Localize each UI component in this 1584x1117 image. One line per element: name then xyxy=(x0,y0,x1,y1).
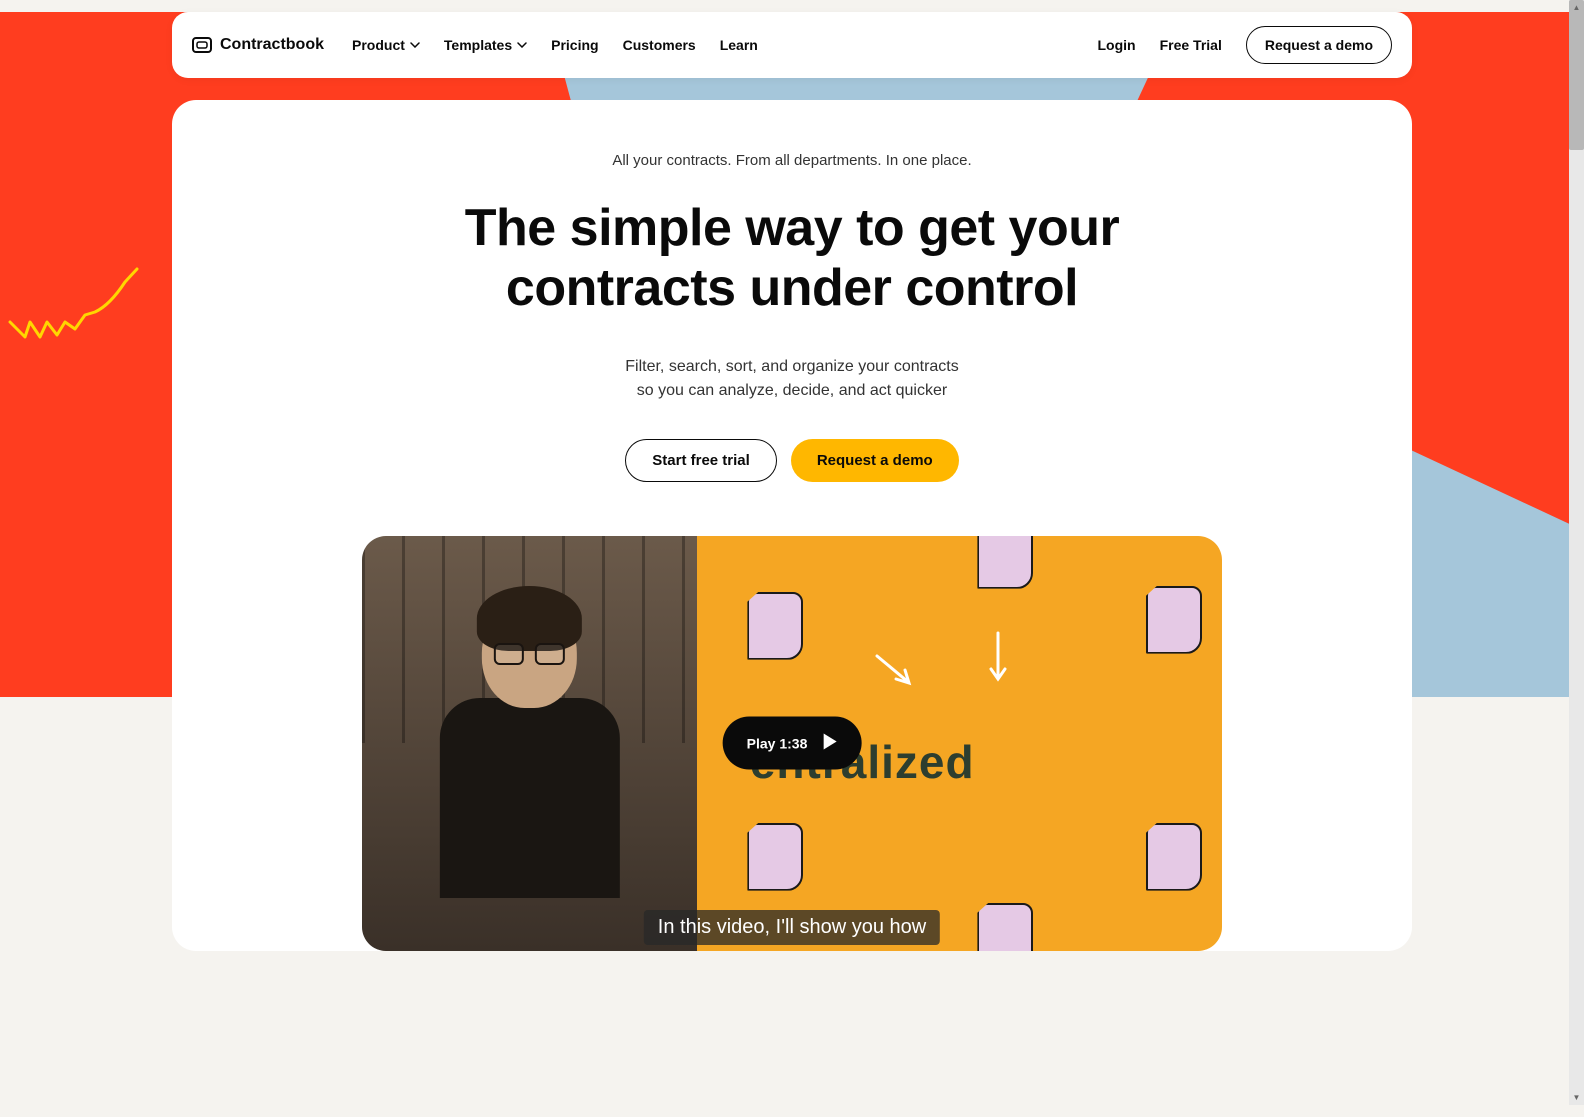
login-link[interactable]: Login xyxy=(1097,37,1135,53)
nav-customers[interactable]: Customers xyxy=(623,37,696,53)
start-free-trial-button[interactable]: Start free trial xyxy=(625,439,777,482)
hero-card: All your contracts. From all departments… xyxy=(172,100,1412,951)
hero-title: The simple way to get your contracts und… xyxy=(212,199,1372,319)
file-icon xyxy=(747,823,803,891)
chevron-down-icon xyxy=(517,42,527,48)
logo-icon xyxy=(192,35,212,55)
nav-links: Product Templates Pricing Customers Lear… xyxy=(352,37,758,53)
scroll-down-icon[interactable]: ▼ xyxy=(1569,1090,1584,1105)
nav-product[interactable]: Product xyxy=(352,37,420,53)
arrow-icon xyxy=(987,631,1009,686)
scroll-thumb[interactable] xyxy=(1569,0,1584,150)
free-trial-link[interactable]: Free Trial xyxy=(1160,37,1222,53)
file-icon xyxy=(977,536,1033,589)
video-thumbnail[interactable]: entralized Play 1:38 In this video, I'll… xyxy=(362,536,1222,951)
logo[interactable]: Contractbook xyxy=(192,35,324,55)
nav-templates[interactable]: Templates xyxy=(444,37,527,53)
nav-pricing[interactable]: Pricing xyxy=(551,37,598,53)
scroll-up-icon[interactable]: ▲ xyxy=(1569,0,1584,15)
video-presenter xyxy=(362,536,697,951)
cta-buttons: Start free trial Request a demo xyxy=(212,439,1372,482)
hero-tagline: All your contracts. From all departments… xyxy=(212,152,1372,169)
play-button[interactable]: Play 1:38 xyxy=(723,717,862,770)
decorative-scribble xyxy=(5,267,145,347)
arrow-icon xyxy=(872,651,917,691)
file-icon xyxy=(1146,586,1202,654)
nav-learn[interactable]: Learn xyxy=(720,37,758,53)
scrollbar[interactable]: ▲ ▼ xyxy=(1569,0,1584,1105)
navbar: Contractbook Product Templates Pricing C… xyxy=(172,12,1412,78)
chevron-down-icon xyxy=(410,42,420,48)
nav-right: Login Free Trial Request a demo xyxy=(1097,26,1392,64)
logo-text: Contractbook xyxy=(220,36,324,54)
video-caption: In this video, I'll show you how xyxy=(644,910,940,945)
request-demo-button-hero[interactable]: Request a demo xyxy=(791,439,959,482)
file-icon xyxy=(1146,823,1202,891)
file-icon xyxy=(747,592,803,660)
play-duration-label: Play 1:38 xyxy=(747,735,808,751)
hero-subtitle: Filter, search, sort, and organize your … xyxy=(212,355,1372,403)
request-demo-button[interactable]: Request a demo xyxy=(1246,26,1392,64)
file-icon xyxy=(977,903,1033,951)
nav-left: Contractbook Product Templates Pricing C… xyxy=(192,35,758,55)
play-icon xyxy=(821,733,837,754)
